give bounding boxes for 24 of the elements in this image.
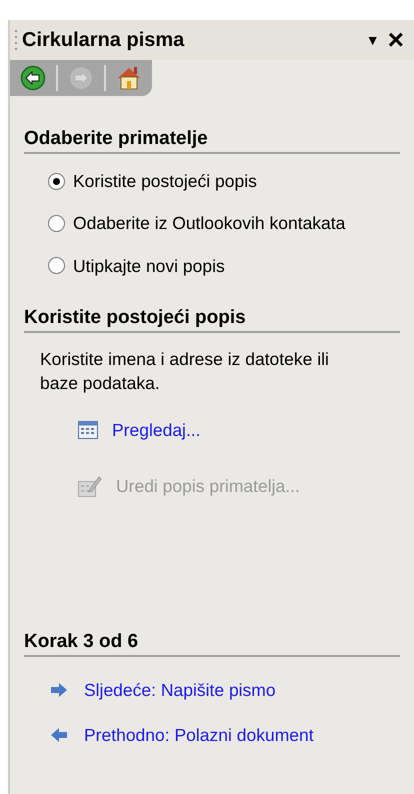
radio-label[interactable]: Odaberite iz Outlookovih kontakata <box>73 210 346 236</box>
home-icon <box>116 65 142 91</box>
radio-label[interactable]: Utipkajte novi popis <box>73 252 225 279</box>
radio-button[interactable] <box>48 214 65 232</box>
back-button[interactable] <box>20 65 46 91</box>
table-icon <box>78 420 98 439</box>
right-arrow-icon <box>50 683 68 698</box>
pane-menu-button[interactable]: ▼ <box>362 30 384 50</box>
left-arrow-icon <box>50 728 68 742</box>
section-heading: Odaberite primatelje <box>24 126 400 154</box>
section-heading: Korak 3 od 6 <box>24 629 400 658</box>
previous-step-link[interactable]: Prethodno: Polazni dokument <box>84 722 314 748</box>
grip-icon[interactable] <box>14 28 18 52</box>
radio-button[interactable] <box>48 257 65 274</box>
description-text: Koristite imena i adrese iz datoteke ili baze podataka. <box>40 348 330 395</box>
edit-table-icon <box>78 475 102 498</box>
home-button[interactable] <box>116 65 142 91</box>
close-button[interactable]: × <box>384 26 408 54</box>
pane-title: Cirkularna pisma <box>22 28 184 53</box>
section-heading: Koristite postojeći popis <box>24 304 400 333</box>
radio-label[interactable]: Koristite postojeći popis <box>73 168 257 194</box>
radio-button[interactable] <box>48 172 65 190</box>
browse-link[interactable]: Pregledaj... <box>112 416 201 443</box>
next-step-link[interactable]: Sljedeće: Napišite pismo <box>84 677 276 704</box>
